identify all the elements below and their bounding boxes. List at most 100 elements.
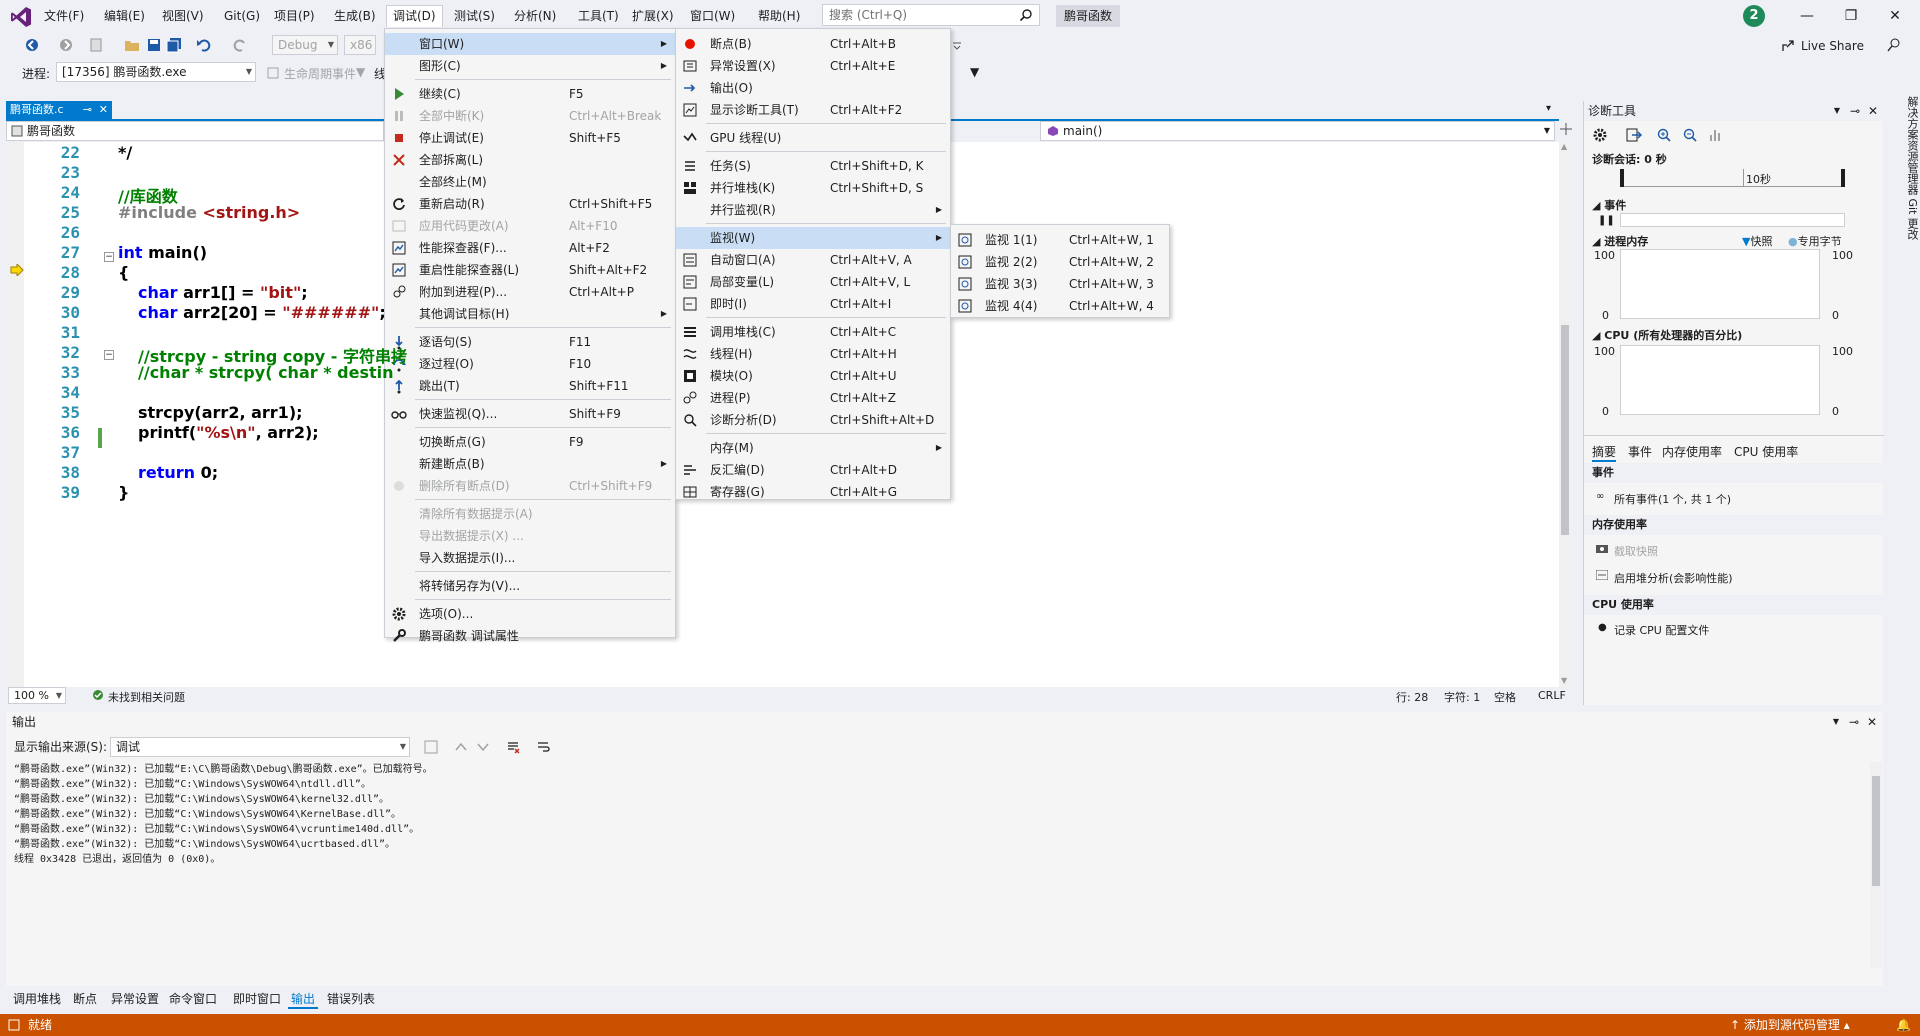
debug-menu-item-22[interactable]: 导入数据提示(I)... — [385, 547, 675, 569]
window-menu-item-10[interactable]: 局部变量(L) Ctrl+Alt+V, L — [676, 271, 950, 293]
lifecycle-events-label[interactable]: 生命周期事件 — [284, 65, 356, 82]
breakpoint-margin[interactable] — [6, 142, 24, 687]
clear-all-icon[interactable] — [506, 740, 520, 754]
timeline-end-marker[interactable] — [1841, 169, 1845, 187]
tab-mode-indicator[interactable]: 空格 — [1494, 689, 1516, 705]
debug-menu-item-19[interactable]: 删除所有断点(D) Ctrl+Shift+F9 — [385, 475, 675, 497]
timeline-ruler[interactable]: 10秒 — [1620, 169, 1845, 187]
bottom-tab-6[interactable]: 错误列表 — [324, 990, 378, 1007]
reset-zoom-icon[interactable] — [1708, 127, 1724, 143]
menu-7[interactable]: 测试(S) — [448, 6, 501, 26]
scroll-down-icon[interactable]: ▼ — [1561, 676, 1567, 685]
live-share-button[interactable]: Live Share — [1781, 37, 1864, 55]
debug-menu-item-16[interactable]: 快速监视(Q)... Shift+F9 — [385, 403, 675, 425]
settings-gear-icon[interactable] — [1592, 127, 1608, 143]
project-navigation-select[interactable]: 鹏哥函数 — [6, 121, 384, 141]
word-wrap-icon[interactable] — [536, 740, 550, 754]
debug-menu-item-3[interactable]: 全部中断(K) Ctrl+Alt+Break — [385, 105, 675, 127]
debug-menu-item-9[interactable]: 性能探查器(F)... Alt+F2 — [385, 237, 675, 259]
window-menu-item-5[interactable]: 任务(S) Ctrl+Shift+D, K — [676, 155, 950, 177]
save-icon[interactable] — [146, 37, 162, 53]
function-navigation-select[interactable]: main() ▼ — [1040, 121, 1555, 141]
window-menu-item-19[interactable]: 寄存器(G) Ctrl+Alt+G — [676, 481, 950, 503]
debug-menu-item-5[interactable]: 全部拆离(L) — [385, 149, 675, 171]
bottom-tab-3[interactable]: 命令窗口 — [166, 990, 220, 1007]
diagnostic-tab-1[interactable]: 事件 — [1628, 443, 1652, 460]
debug-menu-item-10[interactable]: 重启性能探查器(L) Shift+Alt+F2 — [385, 259, 675, 281]
output-scrollbar-thumb[interactable] — [1872, 776, 1880, 886]
panel-dropdown-icon[interactable]: ▼ — [1834, 101, 1840, 121]
bottom-tab-2[interactable]: 异常设置 — [108, 990, 162, 1007]
editor-tab-active[interactable]: 鹏哥函数.c ⊸ ✕ — [6, 101, 112, 119]
bottom-tab-1[interactable]: 断点 — [70, 990, 100, 1007]
output-text[interactable]: “鹏哥函数.exe”(Win32): 已加载“E:\C\鹏哥函数\Debug\鹏… — [14, 762, 1864, 968]
menu-11[interactable]: 窗口(W) — [684, 6, 741, 26]
debug-menu-item-21[interactable]: 导出数据提示(X) ... — [385, 525, 675, 547]
notification-badge[interactable]: 2 — [1743, 5, 1765, 27]
zoom-select[interactable]: 100 % ▼ — [8, 687, 66, 704]
pause-icon[interactable]: ❚❚ — [1598, 215, 1615, 226]
output-source-select[interactable]: 调试 ▼ — [110, 737, 410, 757]
column-indicator[interactable]: 字符: 1 — [1444, 689, 1480, 705]
window-menu-item-12[interactable]: 调用堆栈(C) Ctrl+Alt+C — [676, 321, 950, 343]
next-message-icon[interactable] — [476, 740, 490, 754]
configuration-select[interactable]: Debug ▼ — [272, 35, 338, 55]
record-cpu-profile-button[interactable]: 记录 CPU 配置文件 — [1614, 622, 1709, 638]
window-menu-item-11[interactable]: 即时(I) Ctrl+Alt+I — [676, 293, 950, 315]
watch-menu-item-2[interactable]: 监视 3(3) Ctrl+Alt+W, 3 — [951, 273, 1169, 295]
debug-menu-item-11[interactable]: 附加到进程(P)... Ctrl+Alt+P — [385, 281, 675, 303]
menu-12[interactable]: 帮助(H) — [752, 6, 806, 26]
search-input[interactable]: 搜索 (Ctrl+Q) — [822, 4, 1040, 26]
debug-menu-item-8[interactable]: 应用代码更改(A) Alt+F10 — [385, 215, 675, 237]
export-icon[interactable] — [1626, 127, 1642, 143]
debug-menu-item-12[interactable]: 其他调试目标(H) ▶ — [385, 303, 675, 325]
debug-menu-item-20[interactable]: 清除所有数据提示(A) — [385, 503, 675, 525]
stack-frame-dropdown-icon[interactable]: ▼ — [970, 65, 979, 79]
scroll-up-icon[interactable]: ▲ — [1561, 142, 1567, 151]
close-tab-icon[interactable]: ✕ — [99, 101, 108, 119]
lifecycle-events-icon[interactable] — [266, 66, 280, 80]
new-project-icon[interactable] — [88, 37, 104, 53]
window-menu-item-9[interactable]: 自动窗口(A) Ctrl+Alt+V, A — [676, 249, 950, 271]
debug-menu-item-2[interactable]: 继续(C) F5 — [385, 83, 675, 105]
tab-list-dropdown-icon[interactable]: ▾ — [1546, 103, 1551, 114]
toolbar-options-icon[interactable] — [952, 40, 968, 56]
forward-icon[interactable] — [58, 37, 74, 53]
bottom-tab-4[interactable]: 即时窗口 — [230, 990, 284, 1007]
window-menu-item-15[interactable]: 进程(P) Ctrl+Alt+Z — [676, 387, 950, 409]
window-menu-item-8[interactable]: 监视(W) ▶ — [676, 227, 950, 249]
side-tool-rail[interactable]: 解决方案资源管理器 Git 更改 — [1888, 90, 1920, 700]
watch-menu-item-3[interactable]: 监视 4(4) Ctrl+Alt+W, 4 — [951, 295, 1169, 317]
debug-menu-item-25[interactable]: 鹏哥函数 调试属性 — [385, 625, 675, 647]
collapse-toggle-icon[interactable]: − — [104, 350, 114, 360]
bottom-tab-0[interactable]: 调用堆栈 — [10, 990, 64, 1007]
find-message-icon[interactable] — [424, 740, 438, 754]
menu-0[interactable]: 文件(F) — [38, 6, 90, 26]
notifications-bell-icon[interactable]: 🔔 — [1896, 1014, 1911, 1036]
window-menu-item-2[interactable]: 输出(O) — [676, 77, 950, 99]
debug-menu-item-4[interactable]: 停止调试(E) Shift+F5 — [385, 127, 675, 149]
split-editor-icon[interactable] — [1560, 123, 1572, 135]
debug-menu-item-14[interactable]: 逐过程(O) F10 — [385, 353, 675, 375]
save-all-icon[interactable] — [166, 37, 182, 53]
pin-panel-icon[interactable]: ⊸ — [1850, 101, 1860, 121]
debug-menu-item-23[interactable]: 将转储另存为(V)... — [385, 575, 675, 597]
window-menu-item-16[interactable]: 诊断分析(D) Ctrl+Shift+Alt+D — [676, 409, 950, 431]
minimize-icon[interactable]: — — [1797, 6, 1817, 26]
line-ending-indicator[interactable]: CRLF — [1538, 689, 1566, 702]
window-menu-item-6[interactable]: 并行堆栈(K) Ctrl+Shift+D, S — [676, 177, 950, 199]
all-events-link[interactable]: 所有事件(1 个, 共 1 个) — [1614, 491, 1731, 507]
menu-1[interactable]: 编辑(E) — [98, 6, 151, 26]
timeline-start-marker[interactable] — [1620, 169, 1624, 187]
lifecycle-dropdown-icon[interactable]: ▼ — [356, 65, 365, 79]
diagnostic-tab-2[interactable]: 内存使用率 — [1662, 443, 1722, 460]
previous-message-icon[interactable] — [454, 740, 468, 754]
platform-select[interactable]: x86 — [344, 35, 376, 55]
debug-menu-item-7[interactable]: 重新启动(R) Ctrl+Shift+F5 — [385, 193, 675, 215]
window-menu-item-18[interactable]: 反汇编(D) Ctrl+Alt+D — [676, 459, 950, 481]
window-menu-item-4[interactable]: GPU 线程(U) — [676, 127, 950, 149]
window-menu-item-1[interactable]: 异常设置(X) Ctrl+Alt+E — [676, 55, 950, 77]
debug-menu-item-18[interactable]: 新建断点(B) ▶ — [385, 453, 675, 475]
redo-icon[interactable] — [232, 37, 248, 53]
window-menu-item-17[interactable]: 内存(M) ▶ — [676, 437, 950, 459]
